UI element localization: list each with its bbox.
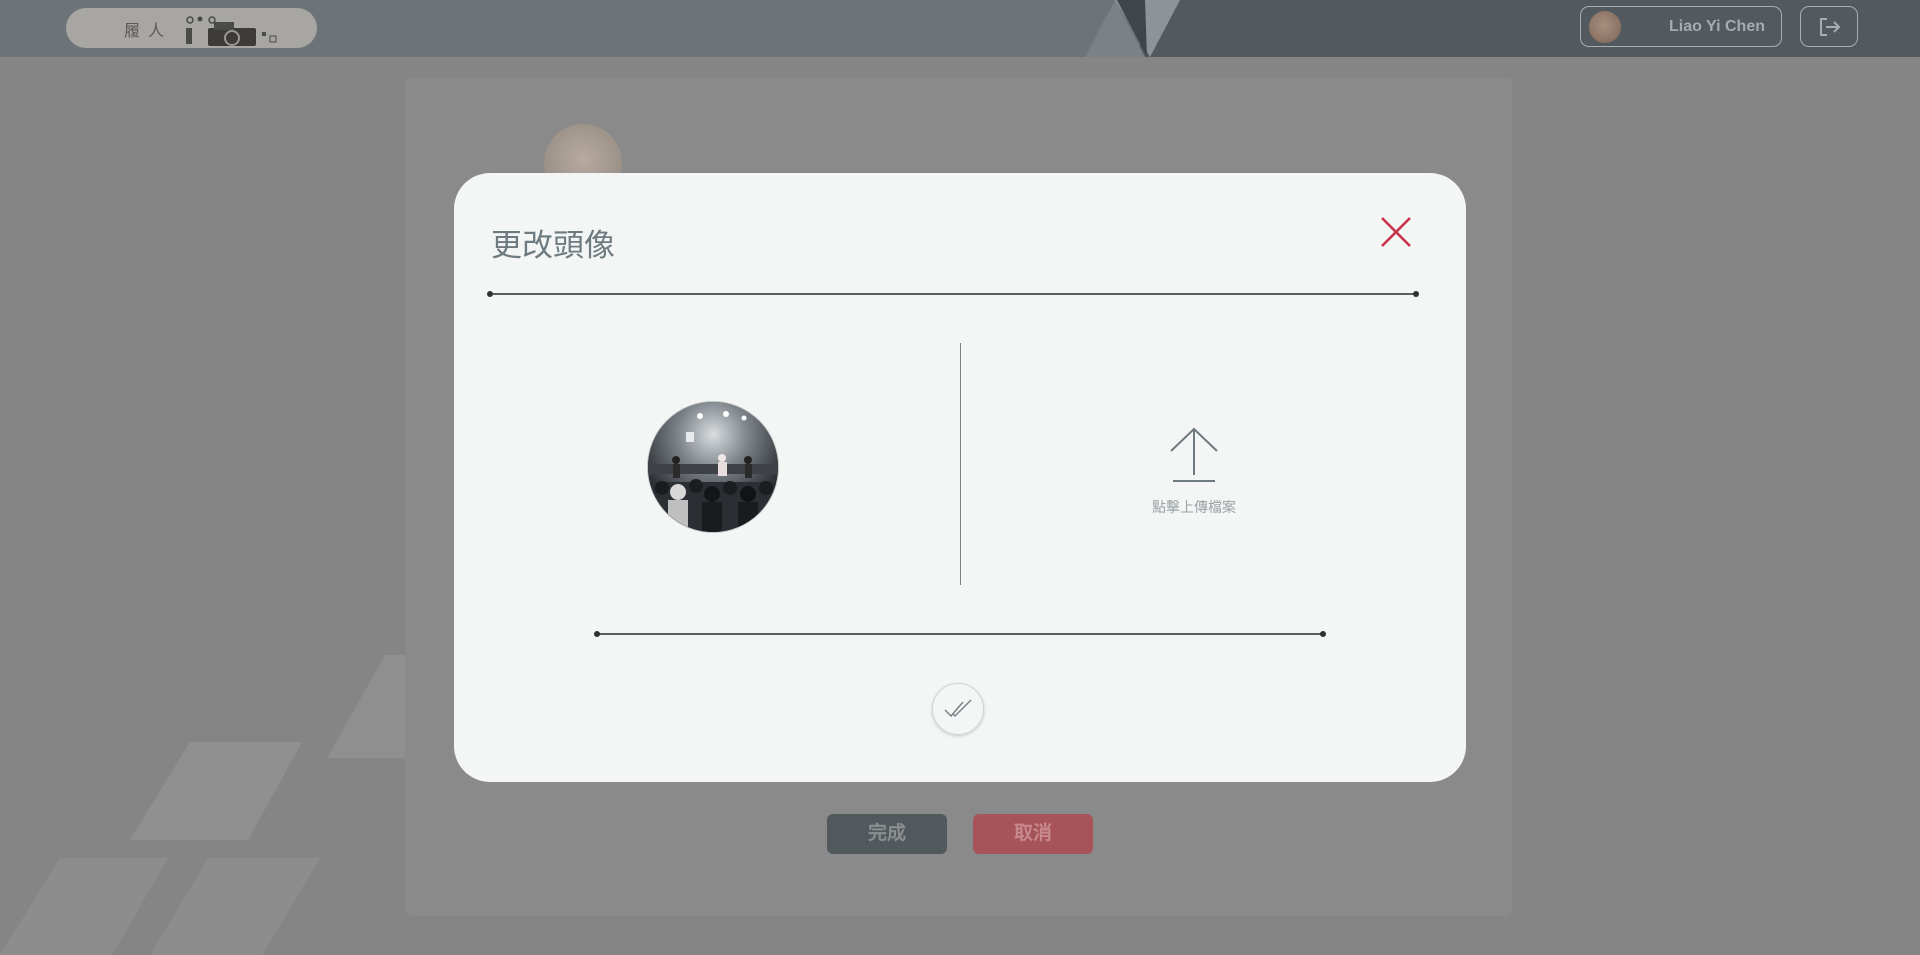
logout-icon: [1820, 18, 1841, 36]
upload-label: 點擊上傳檔案: [1152, 500, 1236, 516]
top-nav-bar: 履人 Liao Yi Chen: [0, 0, 1920, 57]
upload-arrow-icon: [1170, 427, 1218, 482]
header-triangle-decoration: [1085, 0, 1180, 57]
close-icon[interactable]: [1379, 215, 1413, 249]
camera-icon: [186, 16, 277, 46]
divider-end-dot: [1320, 631, 1326, 637]
avatar-preview: [647, 401, 779, 533]
concert-photo: [648, 402, 778, 532]
change-avatar-dialog: 更改頭像 點擊上傳檔案: [454, 173, 1466, 782]
logo-text: 履人: [124, 21, 173, 40]
divider-end-dot: [487, 291, 493, 297]
confirm-button[interactable]: [932, 683, 984, 735]
user-name: Liao Yi Chen: [1668, 18, 1765, 35]
double-check-icon: [944, 699, 972, 718]
cancel-button[interactable]: 取消: [973, 814, 1093, 854]
title-divider: [487, 291, 1419, 297]
dialog-title: 更改頭像: [491, 228, 615, 264]
logout-button[interactable]: [1800, 6, 1858, 47]
upload-file-zone[interactable]: 點擊上傳檔案: [1134, 427, 1254, 517]
site-logo[interactable]: 履人: [66, 8, 317, 48]
footer-divider: [594, 631, 1326, 637]
user-menu-button[interactable]: Liao Yi Chen: [1580, 6, 1782, 47]
divider-end-dot: [1413, 291, 1419, 297]
divider-end-dot: [594, 631, 600, 637]
preview-upload-divider: [960, 343, 961, 585]
done-button[interactable]: 完成: [827, 814, 947, 854]
background-triangle-decoration: [0, 655, 405, 955]
